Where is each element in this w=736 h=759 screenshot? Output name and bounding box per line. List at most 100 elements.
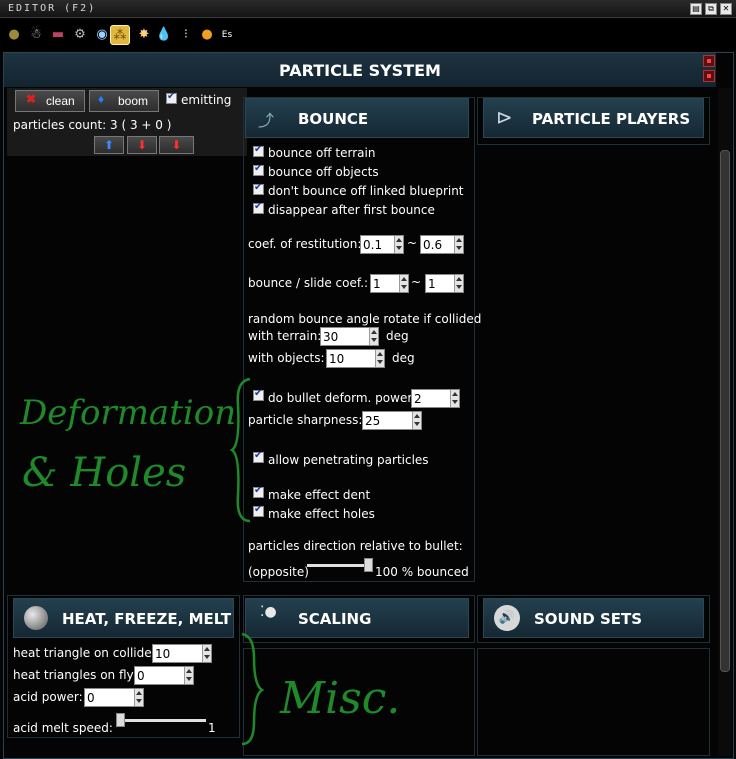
sound-sets-body: [477, 648, 710, 756]
move-up-button[interactable]: ⬆: [94, 136, 124, 154]
radar-icon[interactable]: ◉: [92, 25, 112, 45]
deform-checkbox[interactable]: [253, 388, 264, 401]
vehicle-icon[interactable]: ▬: [48, 25, 68, 45]
emitting-label: emitting: [181, 93, 232, 107]
boom-label: boom: [118, 94, 149, 108]
restitution-label: coef. of restitution:: [248, 237, 362, 251]
penetrating-label: allow penetrating particles: [268, 453, 429, 467]
robot-icon[interactable]: ☃: [26, 25, 46, 45]
heat-collide-input[interactable]: [152, 644, 212, 663]
bounce-off-objects-label: bounce off objects: [268, 165, 379, 179]
explosion-icon[interactable]: ✸: [134, 25, 154, 45]
dent-checkbox[interactable]: [253, 485, 264, 498]
with-terrain-input[interactable]: [320, 327, 379, 346]
slide-max-input[interactable]: [425, 274, 464, 293]
emitting-checkbox[interactable]: [166, 91, 177, 104]
close-icon[interactable]: ✕: [720, 3, 732, 15]
annotation-deformation: Deformation: [20, 393, 237, 433]
clean-button[interactable]: ✖ clean: [15, 90, 85, 112]
panel-play-icon[interactable]: [703, 70, 715, 82]
bounced-label: 100 % bounced: [375, 565, 469, 579]
annotation-holes: & Holes: [22, 450, 187, 496]
scaling-icon: ⁚●: [260, 604, 277, 620]
acid-melt-slider-thumb[interactable]: [116, 713, 125, 727]
tilde: ~: [411, 275, 422, 289]
heat-collide-label: heat triangle on collide:: [13, 646, 156, 660]
disappear-label: disappear after first bounce: [268, 203, 435, 217]
restitution-max-input[interactable]: [420, 235, 464, 254]
planet-icon[interactable]: ●: [4, 25, 24, 45]
move-down-button[interactable]: ⬇: [127, 136, 157, 154]
deform-input[interactable]: [411, 389, 460, 408]
dent-label: make effect dent: [268, 488, 371, 502]
window-title: EDITOR (F2): [8, 3, 97, 14]
scaling-title: SCALING: [298, 610, 372, 628]
acid-melt-slider-track[interactable]: [118, 719, 206, 722]
random-angle-label: random bounce angle rotate if collided: [248, 312, 482, 326]
bomb-icon: [24, 606, 48, 630]
direction-slider-thumb[interactable]: [364, 558, 373, 572]
slide-min-input[interactable]: [370, 274, 409, 293]
bones-icon[interactable]: ⁝: [176, 25, 196, 45]
particles-icon[interactable]: ⁂: [110, 25, 130, 45]
speaker-icon: 🔊: [494, 605, 520, 631]
scaling-tab[interactable]: ⁚● SCALING: [245, 598, 469, 638]
acid-power-input[interactable]: [84, 688, 144, 707]
holes-checkbox[interactable]: [253, 504, 264, 517]
with-terrain-label: with terrain:: [248, 329, 322, 343]
orb-icon[interactable]: ●: [197, 25, 217, 45]
x-icon: ✖: [26, 92, 37, 106]
minimize-icon[interactable]: ▤: [690, 3, 702, 15]
water-drop-icon[interactable]: 💧: [154, 25, 174, 45]
annotation-brace-deformation: [230, 377, 251, 523]
play-icon: ⊳: [496, 105, 513, 129]
acid-power-label: acid power:: [13, 690, 83, 704]
direction-slider-track[interactable]: [307, 564, 369, 567]
heat-fly-label: heat triangles on fly:: [13, 668, 137, 682]
deg-label: deg: [386, 329, 409, 343]
bounce-title: BOUNCE: [298, 110, 369, 128]
heat-title: HEAT, FREEZE, MELT: [62, 610, 232, 628]
heat-fly-input[interactable]: [134, 666, 194, 685]
deform-label: do bullet deform. power:: [268, 391, 417, 405]
gear-icon[interactable]: ⚙: [70, 25, 90, 45]
restitution-min-input[interactable]: [360, 235, 404, 254]
no-bounce-linked-label: don't bounce off linked blueprint: [268, 184, 464, 198]
bounce-tab[interactable]: ⤴ BOUNCE: [245, 98, 469, 138]
acid-melt-value: 1: [208, 721, 216, 735]
sharpness-input[interactable]: [362, 411, 422, 430]
bounce-off-objects-checkbox[interactable]: [253, 163, 264, 176]
scrollbar-thumb[interactable]: [720, 150, 730, 672]
bounce-off-terrain-label: bounce off terrain: [268, 146, 376, 160]
opposite-label: (opposite): [248, 565, 309, 579]
increment-button[interactable]: ⬇: [159, 136, 194, 154]
sound-sets-title: SOUND SETS: [534, 610, 643, 628]
sound-sets-tab[interactable]: 🔊 SOUND SETS: [483, 598, 704, 638]
with-objects-input[interactable]: [326, 349, 385, 368]
with-objects-label: with objects:: [248, 351, 325, 365]
heat-tab[interactable]: HEAT, FREEZE, MELT: [13, 598, 234, 638]
no-bounce-linked-checkbox[interactable]: [253, 182, 264, 195]
particles-count: particles count: 3 ( 3 + 0 ): [13, 118, 172, 132]
tilde: ~: [407, 236, 418, 250]
acid-melt-label: acid melt speed:: [13, 721, 113, 735]
annotation-misc: Misc.: [280, 673, 401, 724]
bounce-off-terrain-checkbox[interactable]: [253, 144, 264, 157]
holes-label: make effect holes: [268, 507, 375, 521]
clean-label: clean: [46, 94, 75, 108]
escape-icon[interactable]: Es: [217, 25, 237, 45]
particle-players-tab[interactable]: ⊳ PARTICLE PLAYERS: [483, 98, 704, 138]
bomb-icon: ♦: [98, 92, 105, 106]
particle-players-title: PARTICLE PLAYERS: [532, 110, 691, 128]
disappear-checkbox[interactable]: [253, 201, 264, 214]
bounce-icon: ⤴: [258, 111, 275, 130]
panel-title: PARTICLE SYSTEM: [279, 61, 441, 80]
window-titlebar: EDITOR (F2) ▤ ⧉ ✕: [0, 0, 736, 18]
annotation-brace-misc: [241, 632, 264, 746]
panel-header: PARTICLE SYSTEM: [4, 53, 716, 87]
penetrating-checkbox[interactable]: [253, 450, 264, 463]
restore-icon[interactable]: ⧉: [705, 3, 717, 15]
sharpness-label: particle sharpness:: [248, 413, 363, 427]
panel-close-icon[interactable]: [703, 55, 715, 67]
boom-button[interactable]: ♦ boom: [89, 90, 159, 112]
